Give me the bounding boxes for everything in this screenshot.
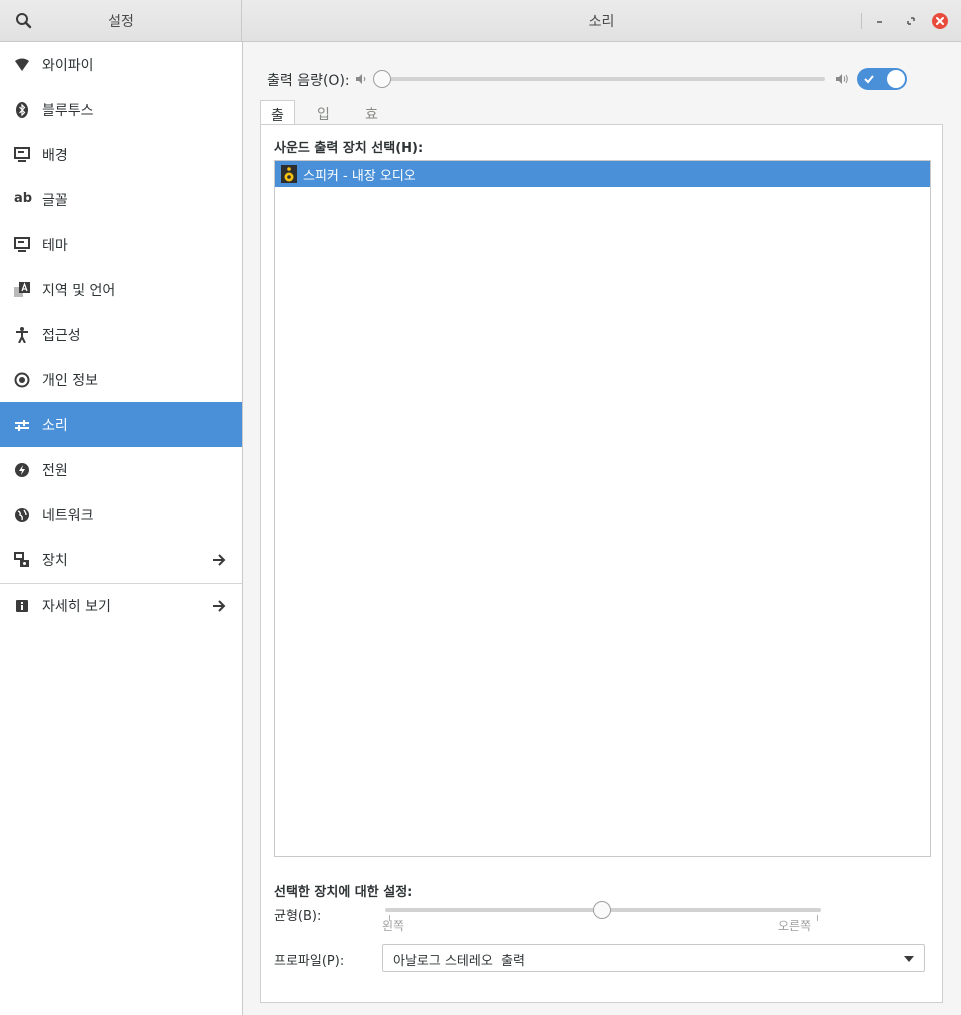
- sidebar-item-label: 전원: [42, 462, 68, 479]
- output-tab-panel: 사운드 출력 장치 선택(H): 스피커 - 내장 오디오 선택한 장치에 대한…: [260, 124, 943, 1003]
- content-header: 소리: [242, 0, 961, 42]
- sidebar-item-theme[interactable]: 테마: [0, 222, 242, 267]
- balance-right-label: 오른쪽: [778, 919, 812, 933]
- balance-tick-right: [817, 915, 818, 921]
- list-item[interactable]: 스피커 - 내장 오디오: [275, 161, 930, 187]
- sidebar-item-label: 블루투스: [42, 102, 94, 119]
- switch-knob: [887, 70, 905, 88]
- close-icon: [932, 13, 948, 29]
- sidebar-item-accessibility[interactable]: 접근성: [0, 312, 242, 357]
- sidebar-item-background[interactable]: 배경: [0, 132, 242, 177]
- device-section-title: 사운드 출력 장치 선택(H):: [274, 141, 424, 156]
- output-volume-label: 출력 음량(O):: [267, 73, 350, 89]
- volume-low-icon: [356, 74, 366, 84]
- minimize-button[interactable]: [872, 12, 890, 30]
- balance-left-label: 왼쪽: [382, 919, 405, 933]
- sidebar-item-fonts[interactable]: ab 글꼴: [0, 177, 242, 222]
- sidebar-item-network[interactable]: 네트워크: [0, 492, 242, 537]
- theme-icon: [14, 237, 30, 252]
- power-icon: [15, 463, 29, 477]
- balance-slider-handle[interactable]: [593, 901, 611, 919]
- settings-title: 설정: [108, 14, 134, 30]
- sidebar-item-label: 테마: [42, 237, 68, 254]
- output-volume-track[interactable]: [383, 77, 825, 81]
- speaker-icon: [281, 165, 297, 183]
- sidebar-item-label: 글꼴: [42, 192, 68, 209]
- arrow-right-icon: [213, 554, 226, 566]
- sidebar-item-details[interactable]: 자세히 보기: [0, 583, 242, 628]
- output-enable-switch[interactable]: [857, 68, 907, 90]
- sidebar-item-label: 개인 정보: [42, 372, 98, 389]
- sidebar-item-label: 지역 및 언어: [42, 282, 116, 299]
- chevron-down-icon: [904, 956, 914, 962]
- profile-dropdown[interactable]: 아날로그 스테레오 출력: [382, 944, 925, 972]
- minimize-icon: [877, 21, 882, 23]
- sidebar-header: 설정: [0, 0, 242, 42]
- page-title: 소리: [588, 14, 615, 30]
- sidebar-item-label: 소리: [42, 417, 68, 434]
- bluetooth-icon: [16, 102, 28, 118]
- background-icon: [14, 147, 30, 162]
- network-icon: [15, 508, 29, 522]
- sidebar-item-region[interactable]: 지역 및 언어: [0, 267, 242, 312]
- profile-selected-value: 아날로그 스테레오 출력: [393, 954, 525, 969]
- sidebar-item-label: 장치: [42, 552, 68, 569]
- tab-input[interactable]: 입력: [307, 100, 340, 143]
- sound-settings-panel: 출력 음량(O): 출력 입력 효과음 사운드 출력 장치 선택(H):: [243, 42, 961, 1015]
- sidebar-item-privacy[interactable]: 개인 정보: [0, 357, 242, 402]
- tab-output[interactable]: 출력: [260, 100, 295, 144]
- sidebar-item-devices[interactable]: 장치: [0, 537, 242, 582]
- arrow-right-icon: [213, 600, 226, 612]
- maximize-icon: [907, 17, 915, 25]
- region-icon: [14, 282, 30, 297]
- maximize-button[interactable]: [902, 12, 920, 30]
- checkmark-icon: [864, 75, 874, 84]
- font-icon: ab: [14, 191, 33, 206]
- output-device-list[interactable]: 스피커 - 내장 오디오: [274, 160, 931, 857]
- privacy-icon: [14, 372, 30, 388]
- sidebar-item-label: 배경: [42, 147, 68, 164]
- sidebar-item-label: 자세히 보기: [42, 598, 111, 615]
- balance-label: 균형(B):: [274, 909, 322, 924]
- sidebar-item-wifi[interactable]: 와이파이: [0, 42, 242, 87]
- output-volume-slider-handle[interactable]: [373, 70, 391, 88]
- header-bar: 설정 소리: [0, 0, 961, 42]
- device-label: 스피커 - 내장 오디오: [303, 169, 416, 184]
- sidebar-item-bluetooth[interactable]: 블루투스: [0, 87, 242, 132]
- close-button[interactable]: [931, 12, 949, 30]
- tab-sound-effects[interactable]: 효과음: [355, 100, 388, 163]
- volume-high-icon: [836, 74, 848, 84]
- sidebar-item-sound[interactable]: 소리: [0, 402, 242, 447]
- sidebar-item-label: 접근성: [42, 327, 81, 344]
- wifi-icon: [15, 58, 29, 71]
- devices-icon: [14, 552, 29, 567]
- details-icon: [16, 600, 28, 612]
- device-settings-title: 선택한 장치에 대한 설정:: [274, 885, 413, 900]
- sound-icon: [15, 420, 29, 431]
- header-separator: [861, 13, 862, 29]
- sidebar: 와이파이 블루투스 배경 ab 글꼴 테마 지역 및 언어 접근성 개인 정보 …: [0, 42, 243, 1015]
- profile-label: 프로파일(P):: [274, 954, 345, 969]
- sidebar-item-label: 네트워크: [42, 507, 94, 524]
- sidebar-item-power[interactable]: 전원: [0, 447, 242, 492]
- accessibility-icon: [16, 327, 28, 343]
- sidebar-item-label: 와이파이: [42, 57, 94, 74]
